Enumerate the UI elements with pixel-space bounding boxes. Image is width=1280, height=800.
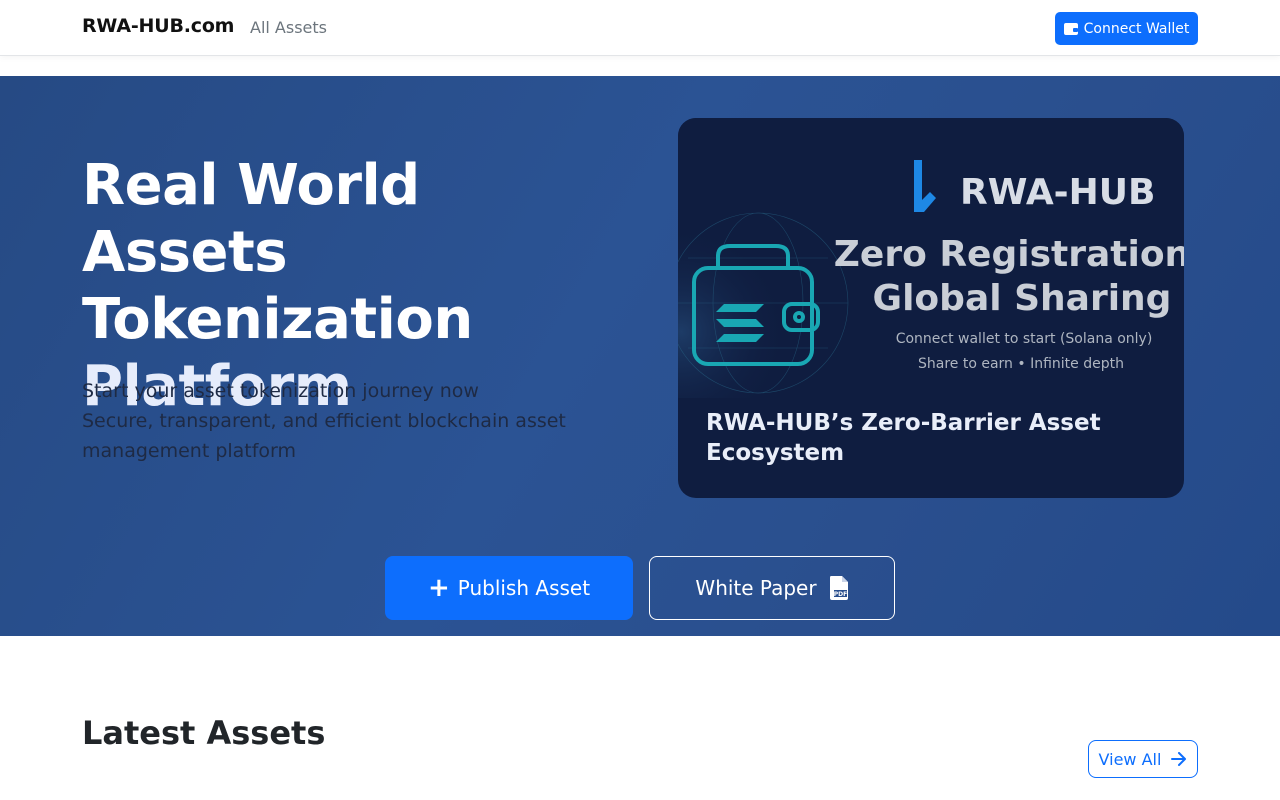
svg-text:PDF: PDF (833, 591, 846, 598)
feature-card-caption-line: Ecosystem (706, 440, 845, 466)
white-paper-button[interactable]: White Paper PDF (649, 556, 895, 620)
svg-text:Connect wallet to start (Solan: Connect wallet to start (Solana only) (896, 331, 1153, 347)
feature-card[interactable]: RWA-HUB Zero Registration Global Sharing… (678, 118, 1184, 498)
nav-link-all-assets[interactable]: All Assets (250, 18, 327, 37)
view-all-button[interactable]: View All (1088, 740, 1198, 778)
white-paper-label: White Paper (695, 576, 817, 600)
connect-wallet-button[interactable]: Connect Wallet (1055, 12, 1198, 45)
top-navbar: RWA-HUB.com All Assets Connect Wallet (0, 0, 1280, 56)
pdf-file-icon: PDF (829, 576, 848, 600)
svg-text:Zero Registration: Zero Registration (834, 234, 1184, 275)
connect-wallet-label: Connect Wallet (1083, 20, 1190, 37)
hero-subtitle-line: management platform (82, 440, 297, 462)
view-all-label: View All (1098, 749, 1162, 769)
latest-assets-title: Latest Assets (82, 714, 326, 752)
svg-text:Global Sharing: Global Sharing (873, 278, 1172, 319)
publish-asset-button[interactable]: + Publish Asset (385, 556, 633, 620)
solana-icon (716, 304, 764, 342)
hero-subtitle: Start your asset tokenization journey no… (82, 376, 602, 466)
feature-card-caption: RWA-HUB’s Zero-Barrier Asset Ecosystem (706, 408, 1156, 468)
svg-text:RWA-HUB: RWA-HUB (960, 172, 1155, 213)
brand-logo[interactable]: RWA-HUB.com (82, 15, 234, 37)
hero-section: Real World Assets Tokenization Platform … (0, 76, 1280, 636)
hero-title-line: Tokenization (82, 287, 473, 352)
feature-card-image: RWA-HUB Zero Registration Global Sharing… (678, 118, 1184, 398)
feature-card-caption-line: RWA-HUB’s Zero-Barrier Asset (706, 410, 1101, 436)
hero-subtitle-line: Start your asset tokenization journey no… (82, 380, 479, 402)
plus-icon: + (427, 573, 450, 603)
hero-subtitle-line: Secure, transparent, and efficient block… (82, 410, 566, 432)
svg-text:Share to earn • Infinite depth: Share to earn • Infinite depth (918, 356, 1124, 372)
hero-title-line: Real World Assets (82, 153, 420, 285)
publish-asset-label: Publish Asset (457, 576, 591, 600)
arrow-right-icon (1171, 752, 1187, 766)
wallet-icon (1063, 22, 1078, 35)
